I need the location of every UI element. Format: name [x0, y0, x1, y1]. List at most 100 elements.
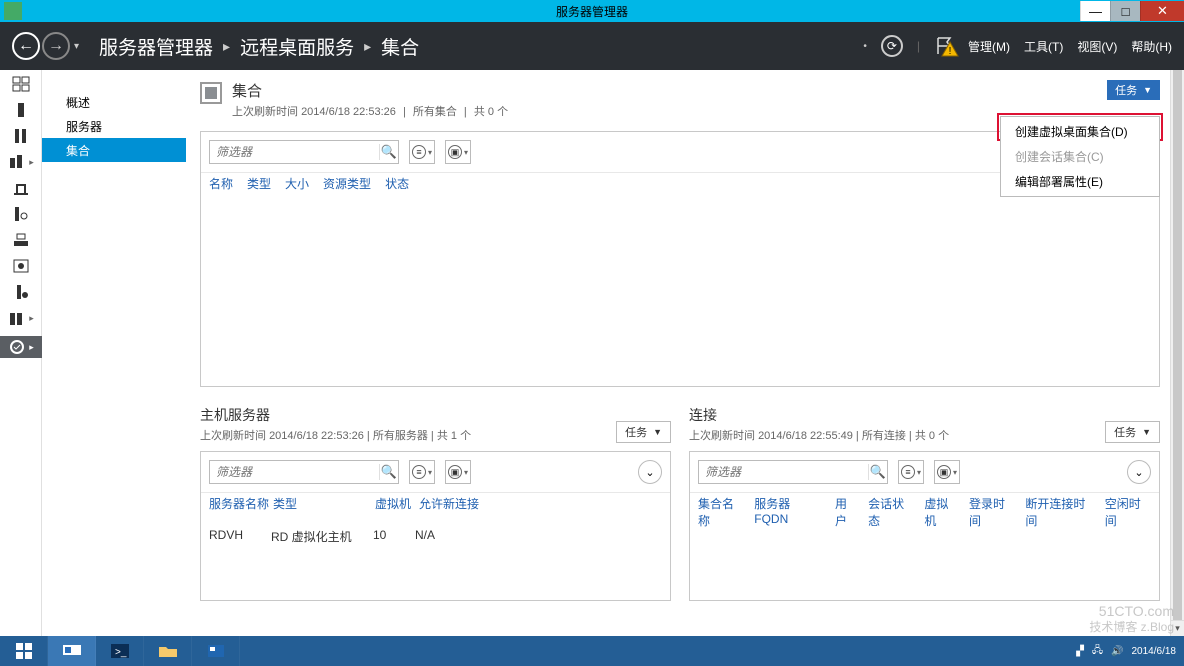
back-button[interactable]: ←: [12, 32, 40, 60]
menu-create-vdi-collection[interactable]: 创建虚拟桌面集合(D): [1001, 119, 1159, 144]
hosts-expand-button[interactable]: ⌄: [638, 460, 662, 484]
tray-sound-icon[interactable]: 🔊: [1111, 646, 1123, 657]
tray-network-icon[interactable]: 🖧: [1092, 643, 1103, 660]
taskbar-app[interactable]: [192, 636, 240, 666]
col-c1[interactable]: 集合名称: [698, 495, 744, 529]
role-icon-6[interactable]: [11, 284, 31, 300]
hosts-panel: 主机服务器 上次刷新时间 2014/6/18 22:53:26 | 所有服务器 …: [200, 405, 671, 601]
col-name[interactable]: 名称: [209, 175, 233, 192]
col-status[interactable]: 状态: [385, 175, 409, 192]
scrollbar-thumb[interactable]: [1173, 70, 1182, 630]
col-server-name[interactable]: 服务器名称: [209, 495, 273, 512]
role-icon-4[interactable]: [11, 232, 31, 248]
conn-title: 连接: [689, 405, 949, 425]
conn-filter-input[interactable]: [699, 465, 868, 479]
sidenav-overview[interactable]: 概述: [42, 90, 186, 114]
crumb-root[interactable]: 服务器管理器: [99, 33, 213, 60]
header-right: • ⟳ | ! 管理(M) 工具(T) 视图(V) 帮助(H): [863, 35, 1172, 57]
role-icon-5[interactable]: [11, 258, 31, 274]
role-icon[interactable]: [7, 154, 27, 170]
taskbar: >_ ▞ 🖧 🔊 2014/6/18: [0, 636, 1184, 666]
conn-view-button[interactable]: ≡▾: [898, 460, 924, 484]
hosts-subtitle: 上次刷新时间 2014/6/18 22:53:26 | 所有服务器 | 共 1 …: [200, 427, 471, 443]
role-icon-7[interactable]: [7, 310, 27, 326]
crumb-collections[interactable]: 集合: [381, 33, 419, 60]
filter-input[interactable]: [210, 145, 379, 159]
taskbar-explorer[interactable]: [144, 636, 192, 666]
col-type[interactable]: 类型: [247, 175, 271, 192]
sidenav-servers[interactable]: 服务器: [42, 114, 186, 138]
side-nav: 概述 服务器 集合: [42, 70, 186, 636]
maximize-button[interactable]: □: [1110, 1, 1140, 21]
col-c2[interactable]: 服务器 FQDN: [754, 495, 825, 529]
col-server-type[interactable]: 类型: [273, 495, 375, 512]
hosts-view-button[interactable]: ≡▾: [409, 460, 435, 484]
header: ← → ▾ 服务器管理器 ▸ 远程桌面服务 ▸ 集合 • ⟳ | ! 管理(M)…: [0, 22, 1184, 70]
host-row[interactable]: RDVH RD 虚拟化主机 10 N/A: [201, 518, 670, 555]
watermark: 51CTO.com 技术博客 z.Blog: [1089, 603, 1174, 634]
chevron-down-icon: ▼: [1142, 427, 1151, 437]
hosts-save-button[interactable]: ▣▾: [445, 460, 471, 484]
tasks-dropdown-button[interactable]: 任务▼: [1107, 80, 1160, 100]
window-title: 服务器管理器: [556, 3, 628, 20]
minimize-button[interactable]: —: [1080, 1, 1110, 21]
menu-manage[interactable]: 管理(M): [968, 38, 1010, 55]
collections-subtitle: 上次刷新时间 2014/6/18 22:53:26 | 所有集合 | 共 0 个: [232, 103, 508, 119]
crumb-rds[interactable]: 远程桌面服务: [240, 33, 354, 60]
col-c7[interactable]: 断开连接时间: [1025, 495, 1094, 529]
tray-date[interactable]: 2014/6/18: [1132, 646, 1177, 657]
local-server-icon[interactable]: [11, 102, 31, 118]
hosts-filter-input[interactable]: [210, 465, 379, 479]
chevron-down-icon: ▼: [653, 427, 662, 437]
hosts-title: 主机服务器: [200, 405, 471, 425]
col-c8[interactable]: 空闲时间: [1105, 495, 1151, 529]
conn-filter: 🔍: [698, 460, 888, 484]
col-size[interactable]: 大小: [285, 175, 309, 192]
conn-save-button[interactable]: ▣▾: [934, 460, 960, 484]
col-c4[interactable]: 会话状态: [868, 495, 914, 529]
search-icon[interactable]: 🔍: [868, 464, 887, 480]
conn-expand-button[interactable]: ⌄: [1127, 460, 1151, 484]
titlebar: 服务器管理器 — □ ✕: [0, 0, 1184, 22]
refresh-button[interactable]: ⟳: [881, 35, 903, 57]
col-allow[interactable]: 允许新连接: [419, 495, 479, 512]
search-icon[interactable]: 🔍: [379, 464, 398, 480]
svg-text:!: !: [949, 46, 952, 57]
role-icon-3[interactable]: [11, 206, 31, 222]
chevron-down-icon: ▼: [1143, 85, 1152, 95]
search-icon[interactable]: 🔍: [379, 144, 398, 160]
dashboard-icon[interactable]: [11, 76, 31, 92]
vertical-scrollbar[interactable]: ▾: [1170, 70, 1184, 636]
save-query-button[interactable]: ▣▾: [445, 140, 471, 164]
role-icon-2[interactable]: [11, 180, 31, 196]
nav-dropdown-icon[interactable]: ▾: [74, 41, 79, 52]
col-c5[interactable]: 虚拟机: [924, 495, 959, 529]
col-restype[interactable]: 资源类型: [323, 175, 371, 192]
forward-button[interactable]: →: [42, 32, 70, 60]
tray-flag-icon[interactable]: ▞: [1076, 646, 1084, 657]
taskbar-powershell[interactable]: >_: [96, 636, 144, 666]
view-options-button[interactable]: ≡▾: [409, 140, 435, 164]
separator: |: [917, 39, 920, 53]
col-vm[interactable]: 虚拟机: [375, 495, 419, 512]
collections-empty-area: [201, 198, 1159, 386]
taskbar-server-manager[interactable]: [48, 636, 96, 666]
close-button[interactable]: ✕: [1140, 1, 1184, 21]
dot-icon: •: [863, 41, 867, 52]
collections-title: 集合: [232, 80, 508, 101]
menu-view[interactable]: 视图(V): [1077, 38, 1117, 55]
menu-help[interactable]: 帮助(H): [1131, 38, 1172, 55]
notifications-flag-icon[interactable]: !: [934, 36, 954, 56]
hosts-tasks-button[interactable]: 任务▼: [616, 421, 671, 443]
start-button[interactable]: [0, 636, 48, 666]
col-c3[interactable]: 用户: [835, 495, 858, 529]
menu-tools[interactable]: 工具(T): [1024, 38, 1063, 55]
menu-edit-deployment-properties[interactable]: 编辑部署属性(E): [1001, 169, 1159, 194]
tasks-context-menu: 创建虚拟桌面集合(D) 创建会话集合(C) 编辑部署属性(E): [1000, 116, 1160, 197]
conn-tasks-button[interactable]: 任务▼: [1105, 421, 1160, 443]
col-c6[interactable]: 登录时间: [969, 495, 1015, 529]
rds-rail-item-selected[interactable]: ▸: [0, 336, 42, 358]
sidenav-collections[interactable]: 集合: [42, 138, 186, 162]
collections-header: 集合 上次刷新时间 2014/6/18 22:53:26 | 所有集合 | 共 …: [200, 80, 1160, 119]
all-servers-icon[interactable]: [11, 128, 31, 144]
